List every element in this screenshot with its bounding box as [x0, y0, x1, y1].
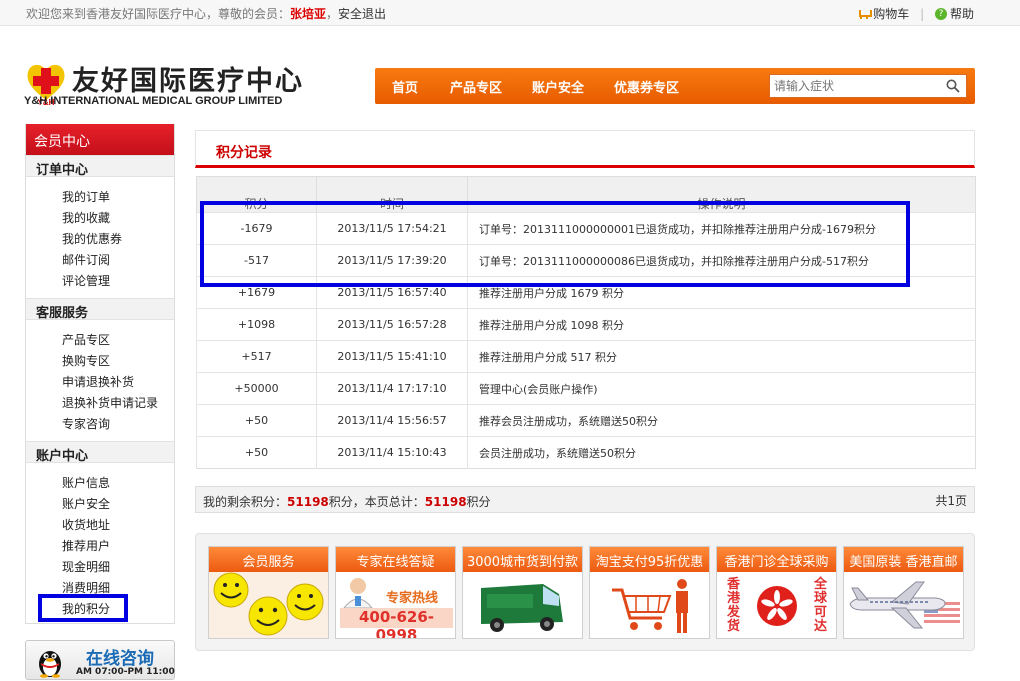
logo-english-name: Y&H INTERNATIONAL MEDICAL GROUP LIMITED [24, 95, 283, 107]
nav-item-home[interactable]: 首页 [392, 77, 418, 96]
table-row: +517 2013/11/5 15:41:10 推荐注册用户分成 517 积分 [196, 340, 976, 373]
expert-hotline-label: 专家热线 [386, 591, 439, 606]
nav-item-account-security[interactable]: 账户安全 [532, 77, 584, 96]
cell-points: +517 [196, 340, 317, 373]
online-consult-hours: AM 07:00-PM 11:00 [76, 667, 175, 677]
table-row: +50 2013/11/4 15:56:57 推荐会员注册成功，系统赠送50积分 [196, 404, 976, 437]
page-total-points: 51198 [424, 495, 467, 509]
cell-description: 管理中心(会员账户操作) [467, 372, 976, 405]
cart-link[interactable]: 购物车 [873, 7, 909, 21]
sidebar-item-products[interactable]: 产品专区 [26, 328, 174, 349]
highlight-box-my-points [38, 594, 128, 622]
sidebar-group-customer-service: 客服服务 [26, 298, 174, 321]
help-icon[interactable]: ? [934, 7, 947, 20]
promo-us-direct-mail[interactable]: 美国原装 香港直邮 [843, 546, 964, 639]
cell-description: 推荐注册用户分成 517 积分 [467, 340, 976, 373]
promo-cash-on-delivery[interactable]: 3000城市货到付款 [462, 546, 583, 639]
sidebar-item-account-info[interactable]: 账户信息 [26, 471, 174, 492]
site-logo[interactable]: Y&H 友好国际医疗中心 Y&H INTERNATIONAL MEDICAL G… [24, 58, 354, 108]
table-row: +1098 2013/11/5 16:57:28 推荐注册用户分成 1098 积… [196, 308, 976, 341]
search-icon[interactable] [946, 79, 960, 93]
page-count: 共1页 [935, 494, 967, 508]
cell-description: 推荐注册用户分成 1098 积分 [467, 308, 976, 341]
qq-penguin-icon [39, 651, 61, 678]
member-sidebar: 会员中心 订单中心 我的订单 我的收藏 我的优惠券 邮件订阅 评论管理 客服服务… [25, 124, 175, 624]
cell-points: +50 [196, 404, 317, 437]
airplane-icon [844, 572, 963, 638]
service-promo-strip: 会员服务 专家在线答疑 专家热线 400-626-0998 3000城市货到付款… [195, 533, 975, 651]
cell-time: 2013/11/4 15:56:57 [316, 404, 468, 437]
main-nav: 首页 产品专区 账户安全 优惠券专区 [375, 68, 975, 104]
highlight-box-return-rows [200, 201, 910, 287]
table-row: +50 2013/11/4 15:10:43 会员注册成功，系统赠送50积分 [196, 436, 976, 469]
promo-member-service[interactable]: 会员服务 [208, 546, 329, 639]
cart-icon[interactable] [858, 8, 873, 19]
search-input[interactable] [770, 75, 940, 97]
cell-description: 会员注册成功，系统赠送50积分 [467, 436, 976, 469]
sidebar-item-review-management[interactable]: 评论管理 [26, 269, 174, 290]
sidebar-item-my-coupons[interactable]: 我的优惠券 [26, 227, 174, 248]
cell-time: 2013/11/5 16:57:28 [316, 308, 468, 341]
sidebar-item-expert-consult[interactable]: 专家咨询 [26, 412, 174, 433]
remaining-points: 51198 [287, 495, 329, 509]
cell-time: 2013/11/5 15:41:10 [316, 340, 468, 373]
smiley-faces-icon [209, 572, 328, 638]
sidebar-title: 会员中心 [26, 124, 174, 155]
sidebar-group-account-center: 账户中心 [26, 441, 174, 464]
expert-hotline-number: 400-626-0998 [340, 608, 453, 638]
sidebar-item-cash-details[interactable]: 现金明细 [26, 555, 174, 576]
logo-chinese-name: 友好国际医疗中心 [72, 66, 304, 97]
shopping-cart-icon [590, 572, 709, 638]
welcome-text: 欢迎您来到香港友好国际医疗中心，尊敬的会员：张培亚，安全退出 [26, 7, 387, 21]
sidebar-item-return-request[interactable]: 申请退换补货 [26, 370, 174, 391]
divider: | [920, 6, 925, 21]
cell-time: 2013/11/4 17:17:10 [316, 372, 468, 405]
nav-item-products[interactable]: 产品专区 [450, 77, 502, 96]
delivery-van-icon [463, 572, 582, 638]
global-reach-text: 全球可达 [814, 577, 828, 634]
points-summary-bar: 我的剩余积分：51198积分，本页总计：51198积分 共1页 [195, 486, 975, 513]
help-link[interactable]: 帮助 [950, 7, 974, 21]
online-consult-button[interactable]: 在线咨询 AM 07:00-PM 11:00 [25, 640, 175, 680]
sidebar-item-exchange[interactable]: 换购专区 [26, 349, 174, 370]
nav-item-coupons[interactable]: 优惠券专区 [614, 77, 679, 96]
sidebar-item-my-favorites[interactable]: 我的收藏 [26, 206, 174, 227]
search-box [769, 74, 967, 98]
table-row: +50000 2013/11/4 17:17:10 管理中心(会员账户操作) [196, 372, 976, 405]
points-record-header: 积分记录 [195, 130, 975, 168]
cell-points: +50000 [196, 372, 317, 405]
sidebar-item-shipping-address[interactable]: 收货地址 [26, 513, 174, 534]
sidebar-item-return-records[interactable]: 退换补货申请记录 [26, 391, 174, 412]
top-links: 购物车 | ? 帮助 [858, 5, 974, 22]
cell-time: 2013/11/4 15:10:43 [316, 436, 468, 469]
online-consult-title: 在线咨询 [86, 649, 154, 669]
sidebar-item-email-subscription[interactable]: 邮件订阅 [26, 248, 174, 269]
username: 张培亚 [290, 7, 327, 21]
top-bar: 欢迎您来到香港友好国际医疗中心，尊敬的会员：张培亚，安全退出 购物车 | ? 帮助 [0, 0, 1020, 26]
sidebar-item-my-orders[interactable]: 我的订单 [26, 185, 174, 206]
sidebar-group-order-center: 订单中心 [26, 155, 174, 178]
points-summary: 我的剩余积分：51198积分，本页总计：51198积分 [203, 495, 491, 509]
promo-expert-qa[interactable]: 专家在线答疑 专家热线 400-626-0998 [335, 546, 456, 639]
hk-shipping-text: 香港发货 [727, 577, 741, 634]
promo-hk-global-purchase[interactable]: 香港门诊全球采购 香港发货 全球可达 [716, 546, 837, 639]
promo-taobao-discount[interactable]: 淘宝支付95折优惠 [589, 546, 710, 639]
cell-points: +1098 [196, 308, 317, 341]
page-title: 积分记录 [216, 145, 272, 161]
cell-points: +50 [196, 436, 317, 469]
sidebar-item-account-security[interactable]: 账户安全 [26, 492, 174, 513]
cell-description: 推荐会员注册成功，系统赠送50积分 [467, 404, 976, 437]
logout-link[interactable]: 安全退出 [338, 7, 386, 21]
sidebar-item-referred-users[interactable]: 推荐用户 [26, 534, 174, 555]
